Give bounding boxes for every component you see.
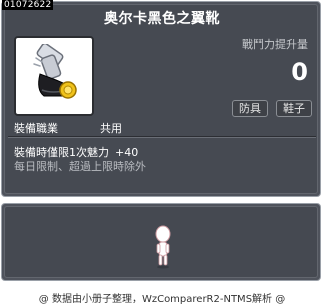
combat-power-label: 戰鬥力提升量 [242,38,308,51]
job-label: 裝備職業 [14,122,58,135]
mannequin-icon [155,225,171,269]
footer-credit: @ 数据由小册子整理，WzComparerR2-NTMS解析 @ [38,294,286,305]
combat-power-value: 0 [291,58,308,86]
orca-black-wing-shoes-icon [33,44,77,99]
item-icon-frame [14,36,94,116]
job-value: 共用 [100,122,122,135]
category-tag-shoes: 鞋子 [276,100,312,117]
item-name-title: 奥尔卡黑色之翼靴 [104,11,220,27]
daily-limit-text: 每日限制、超過上限時除外 [14,160,146,173]
item-tooltip-screen: 01072622 奥尔卡黑色之翼靴 戰鬥力提升量 0 防具 鞋子 裝備職業 共用… [0,0,324,308]
category-tag-armor: 防具 [232,100,268,117]
section-divider [8,136,316,138]
